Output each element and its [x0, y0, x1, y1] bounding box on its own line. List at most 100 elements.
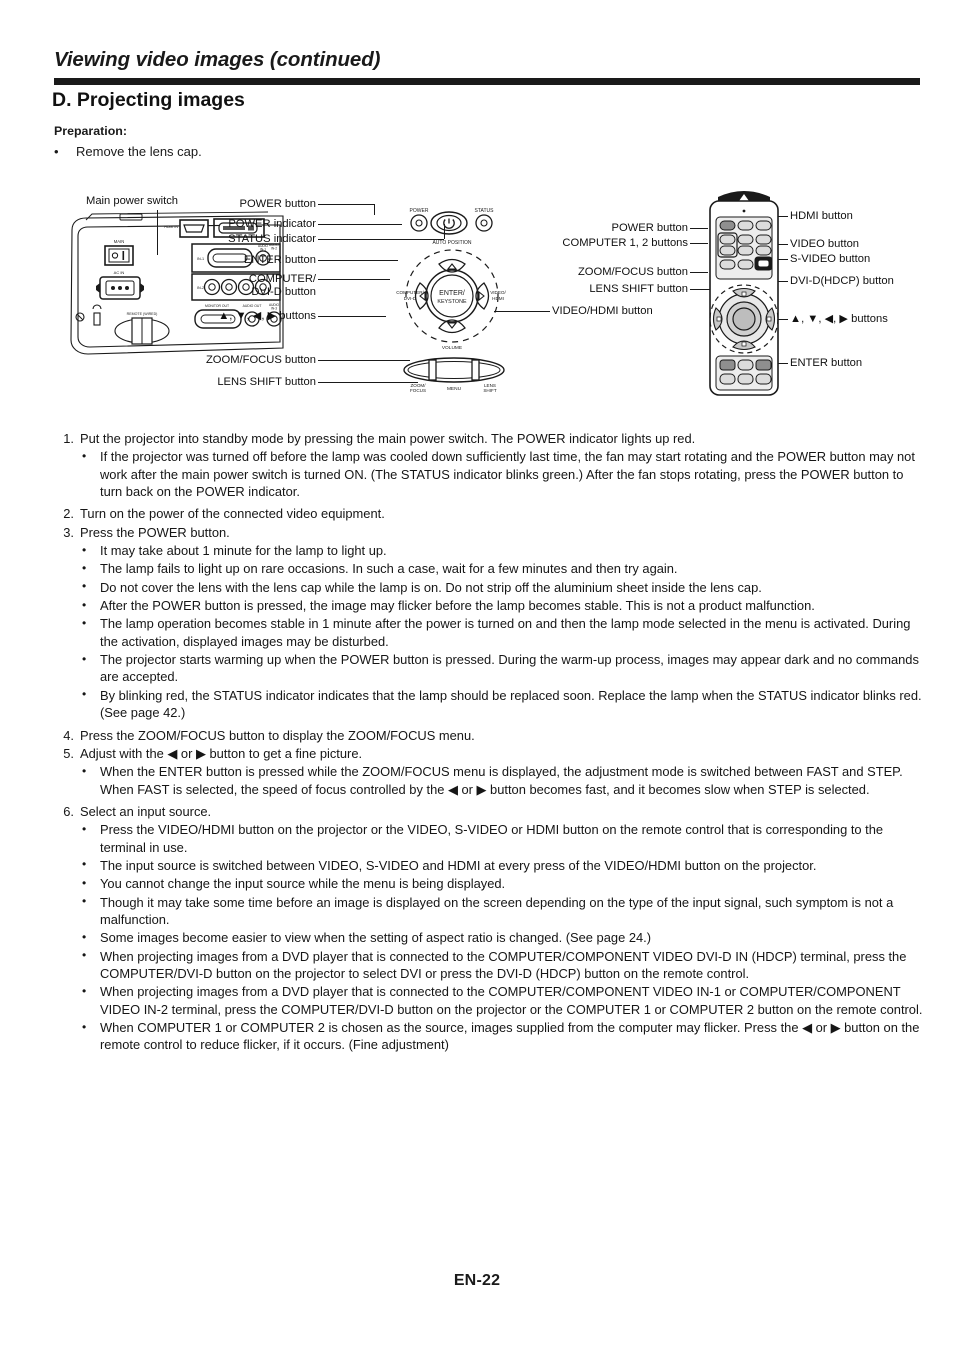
sub-bullet-text: The projector starts warming up when the…	[100, 652, 919, 685]
svg-text:SHIFT: SHIFT	[483, 388, 496, 393]
steps-list: 1. Put the projector into standby mode b…	[54, 430, 926, 1054]
bullet-marker: •	[82, 948, 87, 963]
step-number: 6.	[63, 803, 74, 819]
preparation-bullet-text: Remove the lens cap.	[76, 144, 202, 159]
svg-text:MONITOR OUT: MONITOR OUT	[205, 304, 229, 308]
figure-label-remote-arrow-buttons: ▲, ▼, ◀, ▶ buttons	[790, 313, 888, 325]
sub-bullet: • Press the VIDEO/HDMI button on the proj…	[80, 821, 926, 856]
svg-text:FOCUS: FOCUS	[410, 388, 426, 393]
leader-power-button-drop	[374, 204, 375, 215]
bullet-marker: •	[82, 983, 87, 998]
step-text: Press the ZOOM/FOCUS button to display t…	[80, 727, 475, 743]
remote-enter-center	[732, 307, 756, 331]
preparation-label: Preparation:	[54, 124, 127, 138]
bullet-marker: •	[82, 894, 87, 909]
remote-computer1-key	[719, 234, 736, 245]
computer-dvid-silkscreen: COMPUTER/	[396, 290, 424, 295]
remote-hdmi-key	[755, 220, 772, 231]
remote-zoomfocus-key	[719, 259, 736, 270]
sub-bullet-text: After the POWER button is pressed, the i…	[100, 598, 815, 614]
svg-text:IN-2: IN-2	[271, 246, 277, 250]
step-text: Select an input source.	[80, 803, 212, 819]
instructions-body: 1. Put the projector into standby mode b…	[54, 430, 926, 1059]
sub-bullet-text: If the projector was turned off before t…	[100, 449, 915, 500]
section-heading: D. Projecting images	[52, 89, 245, 111]
figure-label-power-indicator: POWER indicator	[228, 218, 316, 230]
sub-bullet-text: It may take about 1 minute for the lamp …	[100, 543, 387, 559]
bullet-marker: •	[82, 448, 87, 463]
sub-bullet: • The projector starts warming up when th…	[80, 651, 926, 686]
figure-label-remote-video-button: VIDEO button	[790, 238, 860, 250]
sub-bullet: • By blinking red, the STATUS indicator i…	[80, 687, 926, 722]
figure-label-computer-dvid-line2: DVI-D button	[251, 286, 316, 298]
step-item: 4. Press the ZOOM/FOCUS button to displa…	[54, 727, 926, 744]
bullet-marker: •	[82, 579, 87, 594]
sub-bullet-text: Some images become easier to view when t…	[100, 930, 652, 946]
security-lock-graphic	[75, 304, 102, 326]
bullet-marker: •	[82, 687, 87, 702]
leader-arrow-buttons	[318, 316, 386, 317]
sub-bullet-text: When COMPUTER 1 or COMPUTER 2 is chosen …	[100, 1020, 920, 1053]
sub-bullet-list: • If the projector was turned off before …	[80, 448, 926, 500]
page-footer: EN-22	[0, 1272, 954, 1290]
remote-computer2-key	[719, 245, 736, 256]
sub-bullet: • The lamp fails to light up on rare occa…	[80, 560, 926, 577]
sub-bullet-list: • It may take about 1 minute for the lamp…	[80, 542, 926, 721]
leader-power-button	[318, 204, 374, 205]
bullet-marker: •	[54, 144, 59, 159]
svg-text:AC IN: AC IN	[114, 270, 125, 275]
figure-label-video-hdmi-button: VIDEO/HDMI button	[552, 305, 653, 317]
step-text: Turn on the power of the connected video…	[80, 506, 385, 522]
svg-text:HDMI IN: HDMI IN	[164, 225, 178, 229]
dvid-silkscreen: DVI-D	[404, 296, 417, 301]
sub-bullet: • When projecting images from a DVD playe…	[80, 948, 926, 983]
figure-label-arrow-buttons: ▲, ▼, ◀, ▶ buttons	[218, 310, 316, 322]
bullet-marker: •	[82, 929, 87, 944]
step-item: 6. Select an input source. • Press the VI…	[54, 803, 926, 1054]
sub-bullet: • It may take about 1 minute for the lamp…	[80, 542, 926, 559]
auto-position-silkscreen: AUTO POSITION	[432, 240, 471, 246]
svg-text:ENTER/: ENTER/	[439, 290, 465, 297]
svg-text:KEYSTONE: KEYSTONE	[437, 299, 467, 305]
sub-bullet-text: The lamp fails to light up on rare occas…	[100, 561, 678, 577]
figure-label-computer-dvid-line1: COMPUTER/	[248, 273, 316, 285]
projector-control-panel-illustration: POWER STATUS AUTO POSITION ENTER/ KEYSTO…	[396, 208, 506, 393]
figure-label-remote-enter-button: ENTER button	[790, 357, 863, 369]
figure-label-enter-button: ENTER button	[243, 254, 316, 266]
sub-bullet: • When the ENTER button is pressed while …	[80, 763, 926, 798]
figure-label-zoom-focus-button: ZOOM/FOCUS button	[205, 354, 316, 366]
sub-bullet: • When COMPUTER 1 or COMPUTER 2 is chosen…	[80, 1019, 926, 1054]
step-item: 5. Adjust with the ◀ or ▶ button to get …	[54, 745, 926, 798]
svg-text:MAIN: MAIN	[114, 239, 124, 244]
sub-bullet-list: • Press the VIDEO/HDMI button on the proj…	[80, 821, 926, 1053]
step-number: 2.	[63, 506, 74, 522]
step-number: 5.	[63, 745, 74, 761]
sub-bullet-text: When projecting images from a DVD player…	[100, 984, 923, 1017]
remote-power-key	[719, 220, 736, 231]
sub-bullet: • When projecting images from a DVD playe…	[80, 983, 926, 1018]
figure-label-remote-computer-buttons: COMPUTER 1, 2 buttons	[562, 237, 688, 249]
sub-bullet: • Some images become easier to view when …	[80, 929, 926, 946]
figure-label-main-power-switch: Main power switch	[86, 195, 179, 207]
ac-inlet-graphic: AC IN	[96, 270, 144, 300]
svg-text:AUDIO OUT: AUDIO OUT	[243, 304, 262, 308]
figure-label-lens-shift-button: LENS SHIFT button	[217, 376, 316, 388]
sub-bullet-text: The input source is switched between VID…	[100, 857, 817, 873]
power-indicator-graphic: POWER	[410, 208, 429, 232]
step-number: 4.	[63, 727, 74, 743]
leader-computer-dvid	[318, 279, 390, 280]
step-number: 1.	[63, 431, 74, 446]
page-header: Viewing video images (continued)	[54, 48, 920, 85]
sub-bullet-text: Do not cover the lens with the lens cap …	[100, 579, 762, 595]
step-item: 1. Put the projector into standby mode b…	[54, 430, 926, 500]
preparation-bullet: • Remove the lens cap.	[54, 144, 554, 159]
power-button-graphic	[430, 211, 468, 235]
header-rule	[54, 78, 920, 85]
figure-label-remote-dvid-button: DVI-D(HDCP) button	[790, 275, 894, 287]
remote-lensshift-key	[737, 259, 754, 270]
sub-bullet-text: You cannot change the input source while…	[100, 876, 506, 892]
figure-label-status-indicator: STATUS indicator	[228, 233, 316, 245]
video-silkscreen: VIDEO/	[490, 290, 506, 295]
step-text: Press the POWER button.	[80, 524, 230, 540]
svg-text:IN-1: IN-1	[197, 257, 204, 261]
